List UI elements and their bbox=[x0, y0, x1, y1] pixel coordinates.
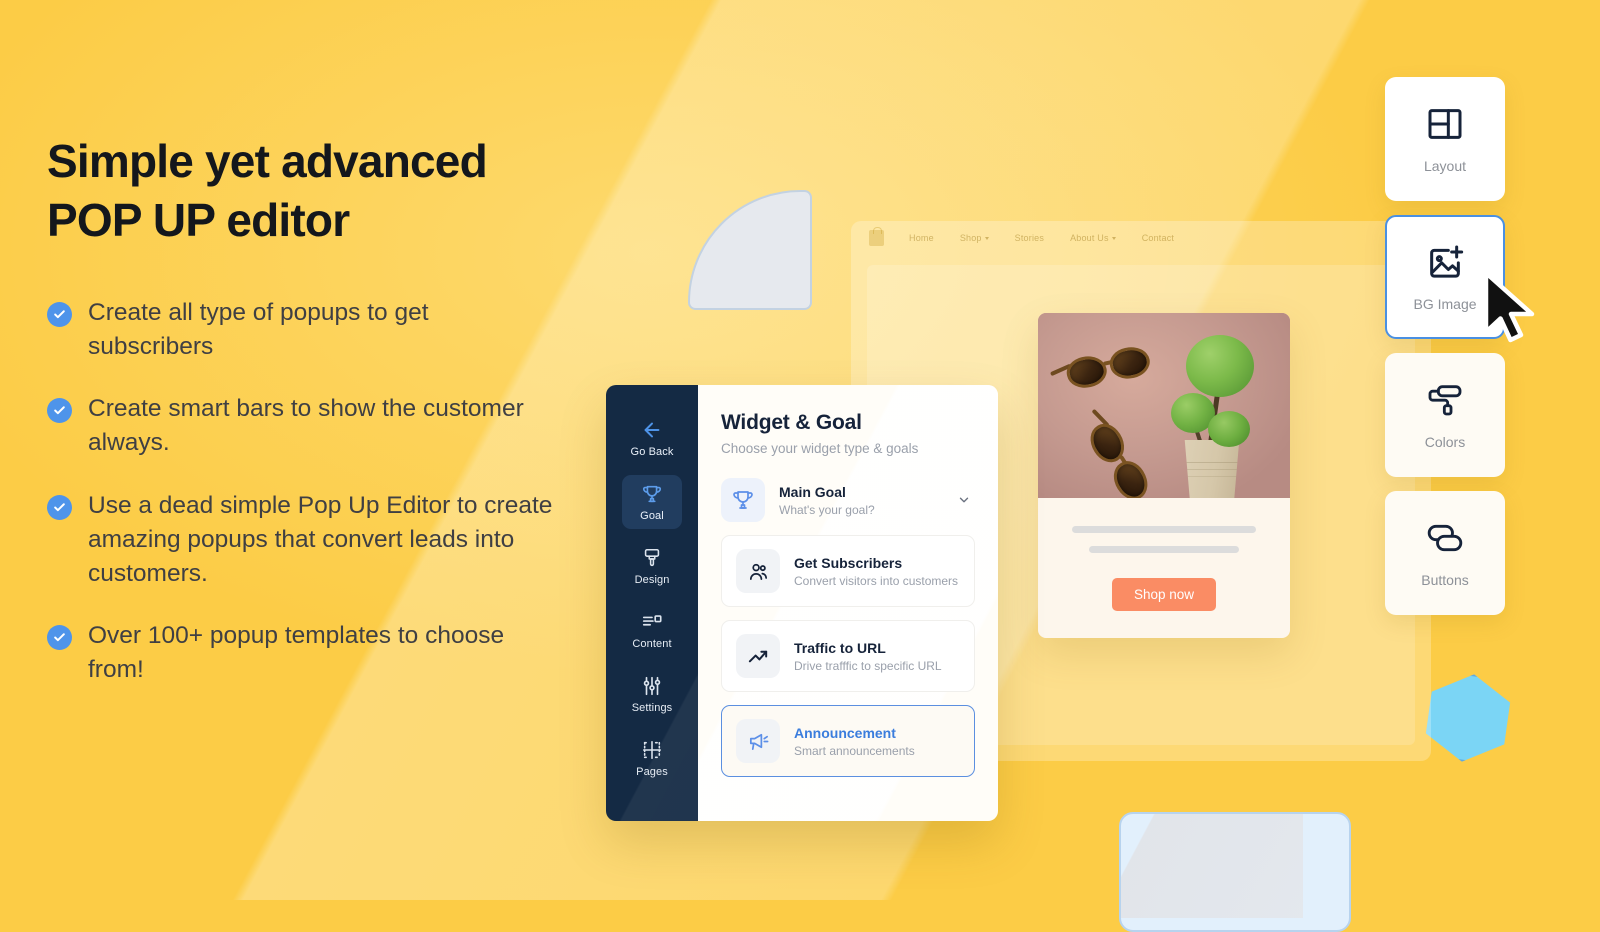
list-item-label: Create smart bars to show the customer a… bbox=[88, 395, 524, 457]
shopping-bag-icon bbox=[869, 227, 884, 246]
nav-label: Home bbox=[909, 233, 934, 243]
list-item: Over 100+ popup templates to choose from… bbox=[47, 619, 607, 687]
editor-main-panel: Widget & Goal Choose your widget type & … bbox=[698, 385, 998, 821]
decor-rounded-rectangle bbox=[1119, 812, 1351, 932]
sliders-icon bbox=[643, 676, 661, 696]
sidebar-item-content[interactable]: Content bbox=[622, 603, 682, 657]
nav-item-about-us[interactable]: About Us bbox=[1070, 233, 1116, 243]
hero-text-column: Simple yet advanced POP UP editor Create… bbox=[47, 132, 607, 687]
list-item-label: Over 100+ popup templates to choose from… bbox=[88, 622, 505, 684]
site-navbar: Home Shop Stories About Us Contact bbox=[851, 221, 1431, 255]
sidebar-item-label: Settings bbox=[631, 702, 673, 714]
goal-option-get-subscribers[interactable]: Get Subscribers Convert visitors into cu… bbox=[721, 535, 975, 607]
option-subtitle: Smart announcements bbox=[794, 743, 915, 758]
sidebar-item-settings[interactable]: Settings bbox=[622, 667, 682, 721]
main-goal-title: Main Goal bbox=[779, 483, 846, 500]
editor-sidebar: Go Back Goal Design Content Settings Pag… bbox=[606, 385, 698, 821]
check-circle-icon bbox=[47, 625, 72, 651]
paint-brush-icon bbox=[644, 548, 660, 567]
sidebar-item-label: Goal bbox=[640, 510, 664, 522]
nav-label: Shop bbox=[959, 233, 982, 243]
stacked-buttons-icon bbox=[1427, 524, 1463, 552]
check-circle-icon bbox=[47, 398, 72, 424]
option-subtitle: Convert visitors into customers bbox=[794, 573, 959, 588]
nav-item-shop[interactable]: Shop bbox=[960, 233, 989, 243]
trending-up-icon bbox=[736, 634, 780, 678]
tool-card-layout[interactable]: Layout bbox=[1385, 77, 1505, 201]
main-goal-row[interactable]: Main Goal What's your goal? bbox=[721, 478, 975, 522]
plant-foliage bbox=[1186, 335, 1254, 397]
editor-tool-rail: Layout BG Image Colors Buttons bbox=[1385, 77, 1505, 629]
option-title: Announcement bbox=[794, 724, 896, 741]
users-icon bbox=[736, 549, 780, 593]
sidebar-item-goal[interactable]: Goal bbox=[622, 475, 682, 529]
main-goal-subtitle: What's your goal? bbox=[779, 502, 875, 517]
page-title: Simple yet advanced POP UP editor bbox=[47, 135, 488, 246]
feature-bullet-list: Create all type of popups to get subscri… bbox=[47, 296, 607, 687]
placeholder-line bbox=[1089, 546, 1239, 553]
goal-option-traffic-to-url[interactable]: Traffic to URL Drive trafffic to specifi… bbox=[721, 620, 975, 692]
sidebar-item-label: Content bbox=[632, 638, 672, 650]
plant-foliage bbox=[1208, 411, 1250, 447]
list-item-label: Use a dead simple Pop Up Editor to creat… bbox=[88, 491, 553, 587]
sidebar-item-label: Design bbox=[634, 574, 670, 586]
plant-pot bbox=[1184, 440, 1240, 498]
nav-item-stories[interactable]: Stories bbox=[1015, 233, 1044, 243]
goal-option-announcement[interactable]: Announcement Smart announcements bbox=[721, 705, 975, 777]
image-plus-icon bbox=[1430, 245, 1464, 278]
product-text-placeholders: Shop now bbox=[1038, 498, 1290, 611]
nav-label: Stories bbox=[1014, 233, 1045, 243]
check-circle-icon bbox=[47, 494, 72, 520]
tool-card-colors[interactable]: Colors bbox=[1385, 353, 1505, 477]
list-item-label: Create all type of popups to get subscri… bbox=[88, 298, 429, 360]
trophy-icon bbox=[721, 478, 765, 522]
shop-now-button[interactable]: Shop now bbox=[1111, 578, 1217, 611]
list-item: Use a dead simple Pop Up Editor to creat… bbox=[47, 489, 607, 590]
photo-backdrop bbox=[1038, 313, 1290, 498]
mouse-pointer-icon bbox=[1483, 270, 1535, 343]
option-title: Traffic to URL bbox=[794, 639, 886, 656]
sidebar-item-go-back[interactable]: Go Back bbox=[622, 411, 682, 465]
nav-label: Contact bbox=[1141, 233, 1175, 243]
sidebar-item-label: Go Back bbox=[630, 446, 674, 458]
list-item: Create all type of popups to get subscri… bbox=[47, 296, 607, 364]
sidebar-item-design[interactable]: Design bbox=[622, 539, 682, 593]
sunglasses-and-plant-photo bbox=[1038, 313, 1290, 498]
megaphone-icon bbox=[736, 719, 780, 763]
popup-editor-panel: Go Back Goal Design Content Settings Pag… bbox=[606, 385, 998, 821]
option-title: Get Subscribers bbox=[794, 554, 903, 571]
tool-card-label: BG Image bbox=[1413, 296, 1477, 312]
content-list-icon bbox=[642, 615, 662, 626]
arrow-left-icon bbox=[644, 422, 660, 438]
tool-card-label: Layout bbox=[1423, 158, 1467, 174]
trophy-icon bbox=[642, 485, 662, 503]
tool-card-label: Colors bbox=[1424, 434, 1466, 450]
check-circle-icon bbox=[47, 301, 72, 327]
placeholder-line bbox=[1072, 526, 1256, 533]
layout-columns-icon bbox=[1428, 109, 1462, 139]
main-goal-text: Main Goal What's your goal? bbox=[779, 484, 943, 517]
panel-title: Widget & Goal bbox=[721, 411, 862, 434]
sidebar-item-label: Pages bbox=[636, 766, 668, 778]
chevron-down-icon bbox=[984, 236, 989, 240]
tool-card-label: Buttons bbox=[1421, 572, 1469, 588]
option-subtitle: Drive trafffic to specific URL bbox=[794, 658, 942, 673]
product-popup-card: Shop now bbox=[1038, 313, 1290, 638]
nav-item-home[interactable]: Home bbox=[909, 233, 934, 243]
nav-label: About Us bbox=[1070, 233, 1109, 243]
pages-grid-icon bbox=[642, 740, 662, 760]
sidebar-item-pages[interactable]: Pages bbox=[622, 731, 682, 785]
list-item: Create smart bars to show the customer a… bbox=[47, 392, 607, 460]
panel-subtitle: Choose your widget type & goals bbox=[721, 441, 919, 456]
nav-item-contact[interactable]: Contact bbox=[1142, 233, 1174, 243]
tool-card-buttons[interactable]: Buttons bbox=[1385, 491, 1505, 615]
chevron-down-icon[interactable] bbox=[957, 493, 971, 507]
chevron-down-icon bbox=[1111, 236, 1116, 240]
paint-roller-icon bbox=[1428, 385, 1462, 416]
